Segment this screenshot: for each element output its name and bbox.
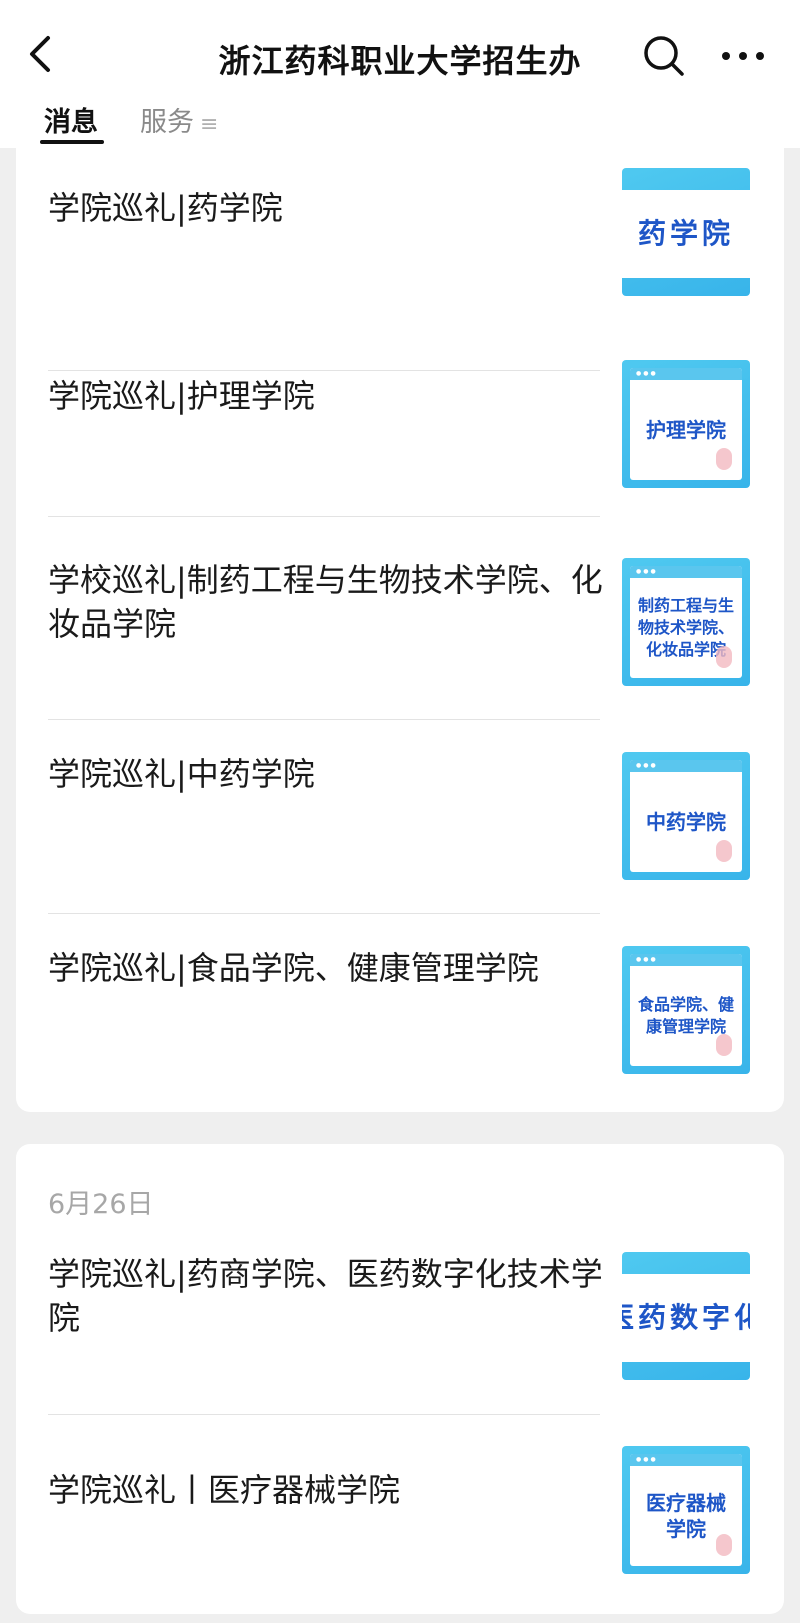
article-title: 学院巡礼|药学院 — [48, 189, 283, 227]
article-title: 学院巡礼|中药学院 — [48, 755, 315, 793]
scroll-decoration-icon — [716, 646, 732, 668]
search-icon — [644, 36, 684, 76]
scroll-decoration-icon — [716, 840, 732, 862]
tab-services-label: 服务 — [140, 107, 194, 138]
thumbnail-text: 、医药数字化技 — [622, 1301, 750, 1334]
article-thumbnail: ●●● 护理学院 — [622, 360, 750, 488]
divider — [48, 516, 600, 517]
chevron-left-icon — [30, 36, 50, 72]
page-title: 浙江药科职业大学招生办 — [218, 42, 582, 80]
search-button[interactable] — [640, 32, 688, 80]
tab-messages-label: 消息 — [44, 107, 98, 138]
article-item[interactable]: 学校巡礼|制药工程与生物技术学院、化妆品学院 ●●● 制药工程与生物技术学院、化… — [48, 558, 768, 748]
divider — [48, 913, 600, 914]
menu-icon: ≡ — [200, 112, 219, 137]
article-title: 学校巡礼|制药工程与生物技术学院、化妆品学院 — [48, 561, 603, 643]
article-thumbnail: 、医药数字化技 — [622, 1252, 750, 1380]
back-button[interactable] — [22, 30, 62, 78]
divider — [48, 1414, 600, 1415]
article-title: 学院巡礼丨医疗器械学院 — [48, 1471, 401, 1509]
scroll-decoration-icon — [716, 1534, 732, 1556]
tab-messages[interactable]: 消息 — [44, 100, 98, 139]
article-thumbnail: ●●● 医疗器械学院 — [622, 1446, 750, 1574]
message-card-1: 学院巡礼|药学院 药学院 学院巡礼|护理学院 ●●● 护理学院 学校巡礼|制药工… — [16, 120, 784, 1112]
article-item[interactable]: 学院巡礼丨医疗器械学院 ●●● 医疗器械学院 — [48, 1446, 768, 1576]
thumbnail-text: 药学院 — [637, 217, 734, 250]
article-title: 学院巡礼|药商学院、医药数字化技术学院 — [48, 1255, 603, 1337]
article-thumbnail: ●●● 中药学院 — [622, 752, 750, 880]
article-item[interactable]: 学院巡礼|食品学院、健康管理学院 ●●● 食品学院、健康管理学院 — [48, 946, 768, 1086]
article-title: 学院巡礼|护理学院 — [48, 377, 315, 415]
scroll-decoration-icon — [716, 1034, 732, 1056]
article-thumbnail: ●●● 制药工程与生物技术学院、化妆品学院 — [622, 558, 750, 686]
top-bar: 浙江药科职业大学招生办 消息 服务 ≡ — [0, 0, 800, 148]
divider — [48, 719, 600, 720]
article-item[interactable]: 学院巡礼|中药学院 ●●● 中药学院 — [48, 752, 768, 922]
article-item[interactable]: 学院巡礼|药商学院、医药数字化技术学院 、医药数字化技 — [48, 1252, 768, 1422]
scroll-decoration-icon — [716, 448, 732, 470]
tab-services[interactable]: 服务 ≡ — [140, 100, 218, 139]
more-horizontal-icon — [722, 52, 764, 60]
article-item[interactable]: 学院巡礼|护理学院 ●●● 护理学院 — [48, 360, 768, 530]
article-item[interactable]: 学院巡礼|药学院 药学院 — [48, 168, 768, 371]
date-label: 6月26日 — [48, 1189, 154, 1220]
article-title: 学院巡礼|食品学院、健康管理学院 — [48, 949, 539, 987]
active-tab-indicator — [40, 140, 104, 144]
more-button[interactable] — [718, 36, 768, 76]
article-thumbnail: 药学院 — [622, 168, 750, 296]
article-thumbnail: ●●● 食品学院、健康管理学院 — [622, 946, 750, 1074]
